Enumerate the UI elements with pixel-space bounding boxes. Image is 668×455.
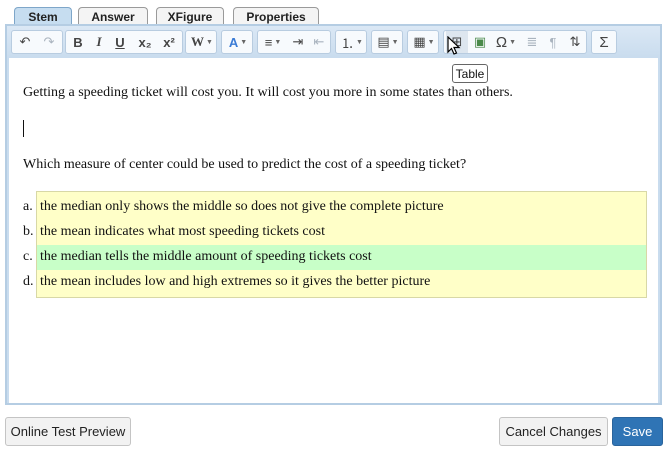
choices-table: the median only shows the middle so does… — [36, 191, 647, 298]
choice-text: the mean includes low and high extremes … — [40, 274, 431, 289]
choice-row[interactable]: the mean indicates what most speeding ti… — [37, 220, 646, 245]
chevron-down-icon: ▼ — [356, 38, 363, 46]
editor-toolbar: ↶ ↷ B I U x₂ x² W ▼ A ▼ ≡ ▼ ⇥ ⇤ ⒈ ▼ ▤ ▼ … — [7, 26, 660, 58]
alignment-group: ≡ ▼ ⇥ ⇤ — [257, 30, 331, 54]
online-test-preview-button[interactable]: Online Test Preview — [5, 417, 131, 446]
list-group: ⒈ ▼ — [335, 30, 367, 54]
outdent-icon[interactable]: ⇤ — [309, 31, 329, 53]
choice-letter-a: a. — [23, 199, 33, 214]
choice-row[interactable]: the median only shows the middle so does… — [37, 195, 646, 220]
block-format-glyph: ▤ — [377, 34, 390, 49]
word-paste-glyph: W — [191, 34, 205, 49]
tab-properties[interactable]: Properties — [233, 7, 319, 25]
image-icon[interactable]: ▣ — [469, 31, 491, 53]
sigma-icon[interactable]: Σ — [593, 31, 615, 53]
formatting-group: B I U x₂ x² — [65, 30, 183, 54]
undo-icon[interactable]: ↶ — [14, 31, 36, 53]
italic-icon[interactable]: I — [89, 31, 109, 53]
block-group: ▤ ▼ — [371, 30, 403, 54]
choice-letter-c: c. — [23, 249, 33, 264]
choice-letter-d: d. — [23, 274, 34, 289]
intro-text: Getting a speeding ticket will cost you.… — [23, 85, 513, 100]
chevron-down-icon: ▼ — [240, 38, 248, 46]
chevron-down-icon: ▼ — [206, 38, 213, 46]
editor-tabs: Stem Answer XFigure Properties — [0, 0, 668, 25]
cancel-changes-button[interactable]: Cancel Changes — [499, 417, 608, 446]
word-group: W ▼ — [185, 30, 217, 54]
color-group: A ▼ — [221, 30, 253, 54]
align-left-icon[interactable]: ≡ ▼ — [260, 31, 286, 53]
word-paste-icon[interactable]: W ▼ — [188, 31, 216, 53]
save-button[interactable]: Save — [612, 417, 663, 446]
insert-icon[interactable]: ▦ ▼ — [410, 31, 438, 53]
text-cursor — [23, 120, 24, 137]
chevron-down-icon: ▼ — [427, 38, 435, 46]
tab-xfigure[interactable]: XFigure — [156, 7, 224, 25]
insert-objects-group: ⊞ ▣ Ω ▼ ≣ ¶ ⇅ — [443, 30, 587, 54]
choice-text: the median only shows the middle so does… — [40, 199, 444, 214]
numbered-list-icon[interactable]: ⒈ ▼ — [338, 31, 366, 53]
choice-text: the median tells the middle amount of sp… — [40, 249, 372, 264]
insert-glyph: ▦ — [413, 34, 426, 49]
block-format-icon[interactable]: ▤ ▼ — [374, 31, 402, 53]
question-text: Which measure of center could be used to… — [23, 157, 467, 172]
superscript-icon[interactable]: x² — [158, 31, 180, 53]
choice-row[interactable]: the mean includes low and high extremes … — [37, 270, 646, 295]
rich-text-editor: ↶ ↷ B I U x₂ x² W ▼ A ▼ ≡ ▼ ⇥ ⇤ ⒈ ▼ ▤ ▼ … — [5, 24, 662, 405]
chevron-down-icon: ▼ — [274, 38, 282, 46]
choice-letter-b: b. — [23, 224, 34, 239]
font-color-icon[interactable]: A ▼ — [224, 31, 252, 53]
align-left-glyph: ≡ — [264, 34, 273, 50]
bold-icon[interactable]: B — [68, 31, 88, 53]
tab-stem[interactable]: Stem — [14, 7, 72, 25]
chevron-down-icon: ▼ — [509, 38, 517, 46]
chevron-down-icon: ▼ — [391, 38, 399, 46]
font-color-glyph: A — [228, 34, 239, 50]
choice-text: the mean indicates what most speeding ti… — [40, 224, 325, 239]
insert-group: ▦ ▼ — [407, 30, 439, 54]
underline-icon[interactable]: U — [110, 31, 130, 53]
line-height-icon[interactable]: ⇅ — [564, 31, 586, 53]
tab-answer[interactable]: Answer — [78, 7, 148, 25]
history-group: ↶ ↷ — [11, 30, 63, 54]
indent-icon[interactable]: ⇥ — [288, 31, 308, 53]
redo-icon[interactable]: ↷ — [38, 31, 60, 53]
numbered-list-glyph: ⒈ — [341, 35, 355, 51]
choice-row-selected[interactable]: the median tells the middle amount of sp… — [37, 245, 646, 270]
editor-content[interactable]: Getting a speeding ticket will cost you.… — [9, 58, 658, 403]
math-group: Σ — [591, 30, 617, 54]
omega-glyph: Ω — [495, 33, 508, 51]
mouse-pointer-icon — [447, 36, 461, 55]
pilcrow-icon[interactable]: ¶ — [543, 31, 563, 53]
table-tooltip: Table — [452, 64, 488, 83]
subscript-icon[interactable]: x₂ — [134, 31, 156, 53]
paragraph-style-icon[interactable]: ≣ — [522, 31, 542, 53]
special-character-icon[interactable]: Ω ▼ — [492, 31, 520, 53]
